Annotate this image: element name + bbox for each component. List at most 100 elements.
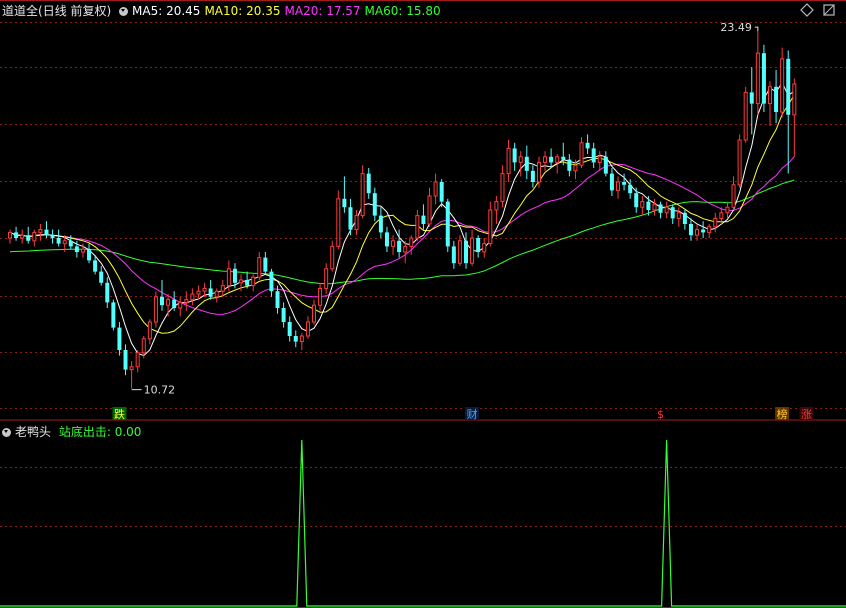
candle[interactable]: [20, 229, 25, 244]
candle[interactable]: [208, 280, 213, 300]
candle[interactable]: [616, 176, 620, 199]
candle[interactable]: [433, 173, 438, 205]
candle[interactable]: [761, 44, 766, 112]
fullscreen-icon[interactable]: [823, 4, 835, 16]
candle[interactable]: [518, 151, 523, 177]
candle[interactable]: [470, 229, 475, 266]
candle[interactable]: [488, 201, 493, 247]
candle[interactable]: [609, 168, 614, 196]
candle[interactable]: [652, 198, 657, 216]
candle[interactable]: [713, 212, 718, 233]
candle[interactable]: [768, 81, 772, 126]
candle[interactable]: [299, 333, 304, 350]
candle[interactable]: [8, 229, 12, 244]
candle[interactable]: [281, 302, 286, 328]
candle[interactable]: [153, 291, 158, 328]
collapse-triangle-icon[interactable]: [2, 428, 11, 437]
candle[interactable]: [512, 142, 517, 171]
candle[interactable]: [190, 288, 195, 306]
candle[interactable]: [293, 330, 298, 348]
candle[interactable]: [628, 179, 633, 199]
stock-name[interactable]: 道道全: [2, 4, 38, 18]
candle[interactable]: [494, 196, 499, 224]
candle[interactable]: [603, 151, 608, 177]
candle[interactable]: [409, 235, 414, 255]
collapse-triangle-icon[interactable]: [119, 7, 129, 16]
candle[interactable]: [688, 218, 693, 241]
candle[interactable]: [312, 299, 316, 325]
ma-legend-ma60[interactable]: MA60: 15.80: [365, 4, 441, 18]
candle[interactable]: [743, 86, 748, 143]
candle[interactable]: [44, 221, 49, 238]
candle[interactable]: [476, 235, 481, 258]
ma-legend-ma5[interactable]: MA5: 20.45: [132, 4, 200, 18]
candle[interactable]: [591, 142, 596, 168]
candle[interactable]: [427, 187, 432, 227]
candle[interactable]: [348, 198, 353, 236]
candle[interactable]: [384, 226, 389, 252]
candle[interactable]: [755, 31, 760, 115]
candle[interactable]: [731, 176, 736, 210]
candlestick-series[interactable]: [8, 31, 797, 389]
candle[interactable]: [415, 210, 420, 241]
candle[interactable]: [737, 134, 742, 188]
candle[interactable]: [129, 361, 134, 389]
ma-legend-ma20[interactable]: MA20: 17.57: [285, 4, 361, 18]
candle[interactable]: [792, 78, 797, 157]
candle[interactable]: [530, 165, 535, 188]
candle[interactable]: [263, 252, 268, 275]
candle[interactable]: [585, 134, 590, 154]
event-badges[interactable]: 跌 财 $ 榜涨: [112, 407, 814, 421]
candle[interactable]: [305, 316, 310, 339]
candle[interactable]: [682, 210, 687, 230]
event-badge-1[interactable]: 跌: [112, 407, 127, 421]
candle[interactable]: [214, 288, 219, 303]
candle[interactable]: [257, 252, 262, 280]
candle[interactable]: [287, 316, 292, 342]
indicator-name[interactable]: 老鸭头: [15, 425, 51, 439]
candle[interactable]: [421, 204, 426, 230]
candle[interactable]: [330, 240, 335, 272]
candle[interactable]: [135, 350, 140, 373]
candle[interactable]: [579, 137, 584, 168]
candle[interactable]: [457, 235, 462, 266]
candle[interactable]: [111, 299, 116, 331]
candle[interactable]: [147, 319, 152, 345]
candle[interactable]: [269, 268, 274, 297]
candle[interactable]: [196, 285, 201, 300]
event-badge-4[interactable]: 榜: [775, 407, 790, 421]
candle[interactable]: [439, 179, 444, 208]
candle[interactable]: [26, 226, 31, 244]
candle[interactable]: [105, 277, 110, 308]
candle[interactable]: [786, 50, 791, 174]
candle[interactable]: [524, 145, 529, 180]
candle[interactable]: [543, 151, 548, 171]
event-badge-3[interactable]: $: [657, 408, 664, 421]
candle[interactable]: [172, 291, 177, 311]
candle[interactable]: [324, 263, 329, 294]
candle[interactable]: [701, 221, 706, 238]
candle[interactable]: [336, 190, 341, 250]
diamond-nav-icon[interactable]: [800, 3, 814, 17]
candle[interactable]: [251, 274, 256, 292]
candle[interactable]: [354, 210, 359, 236]
candle[interactable]: [464, 232, 468, 269]
candle[interactable]: [640, 196, 645, 216]
period-label[interactable]: (日线 前复权): [38, 4, 111, 18]
candle[interactable]: [676, 207, 681, 227]
candle[interactable]: [50, 229, 55, 244]
candle[interactable]: [567, 154, 572, 177]
event-badge-5[interactable]: 涨: [799, 407, 814, 421]
candle[interactable]: [664, 201, 669, 219]
candle[interactable]: [184, 291, 189, 311]
candle[interactable]: [318, 282, 323, 311]
candle[interactable]: [670, 204, 675, 224]
event-badge-2[interactable]: 财: [465, 407, 480, 421]
candle[interactable]: [99, 266, 104, 286]
candle[interactable]: [707, 224, 712, 238]
candle[interactable]: [780, 47, 785, 118]
candle[interactable]: [123, 344, 128, 376]
candle[interactable]: [500, 165, 505, 208]
candle[interactable]: [117, 322, 122, 356]
candle[interactable]: [482, 238, 487, 258]
